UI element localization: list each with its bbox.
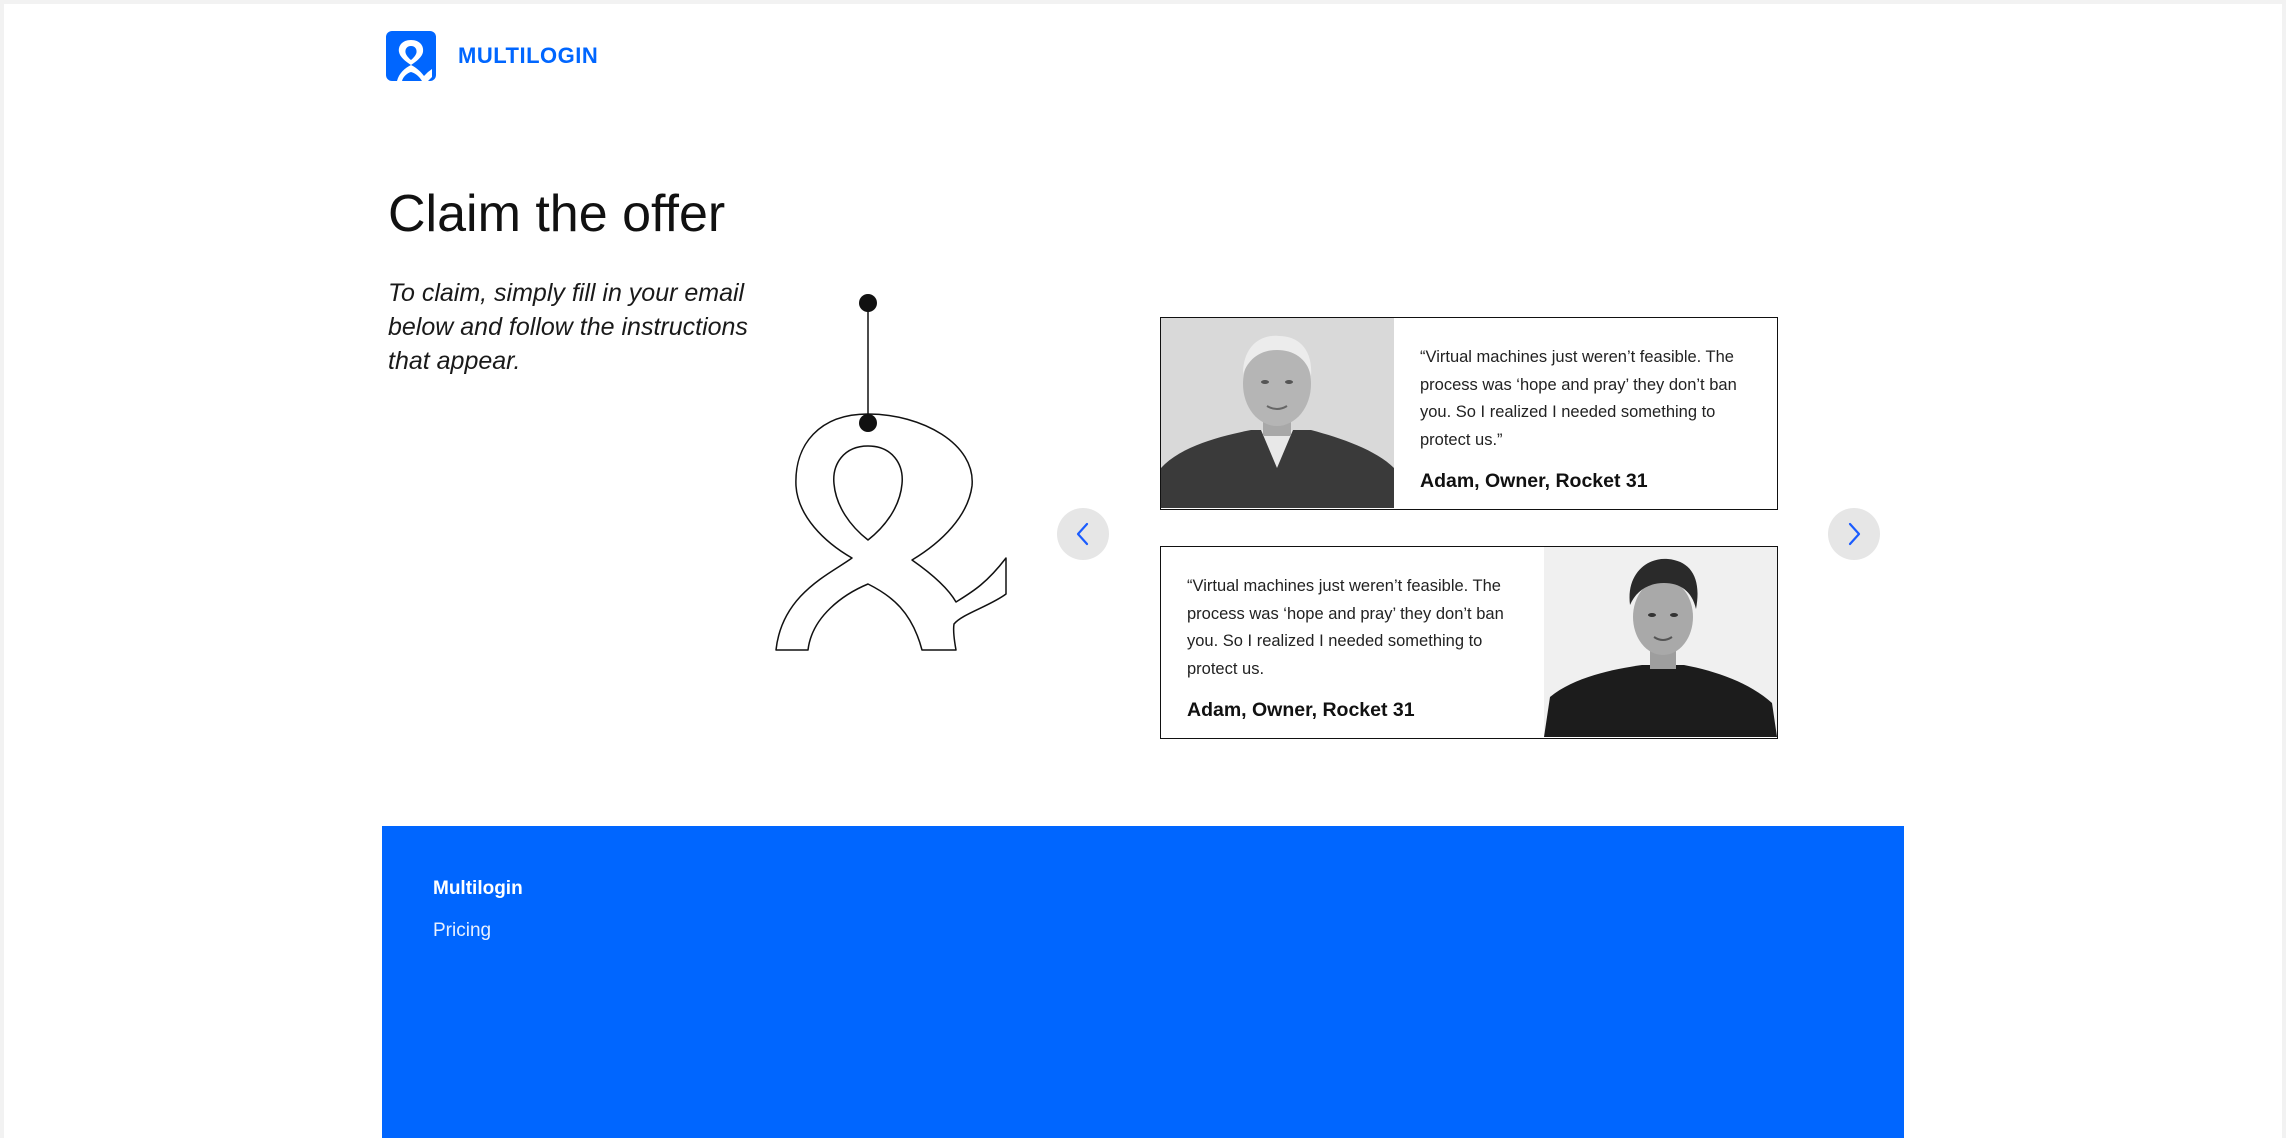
footer-link-pricing[interactable]: Pricing [433, 920, 491, 942]
testimonial-card: “Virtual machines just weren’t feasible.… [1160, 317, 1778, 510]
testimonial-quote: “Virtual machines just weren’t feasible.… [1187, 577, 1504, 678]
carousel-prev-button[interactable] [1057, 508, 1109, 560]
header-logo[interactable]: MULTILOGIN [386, 31, 598, 81]
logo-text: MULTILOGIN [458, 43, 599, 68]
testimonial-body: “Virtual machines just weren’t feasible.… [1161, 547, 1544, 738]
testimonial-author: Adam, Owner, Rocket 31 [1187, 699, 1415, 721]
logo-illustration [772, 294, 1012, 659]
testimonial-quote: “Virtual machines just weren’t feasible.… [1420, 348, 1737, 449]
page: MULTILOGIN Claim the offer To claim, sim… [4, 4, 2282, 1138]
testimonial-author: Adam, Owner, Rocket 31 [1420, 470, 1648, 492]
chevron-left-icon [1076, 522, 1089, 546]
page-subtitle: To claim, simply fill in your email belo… [388, 279, 748, 375]
testimonial-photo [1161, 318, 1394, 509]
footer: Multilogin Pricing [382, 826, 1904, 1138]
chevron-right-icon [1848, 522, 1861, 546]
testimonial-card: “Virtual machines just weren’t feasible.… [1160, 546, 1778, 739]
page-title: Claim the offer [388, 185, 726, 243]
testimonial-photo [1544, 547, 1777, 738]
carousel-next-button[interactable] [1828, 508, 1880, 560]
testimonial-body: “Virtual machines just weren’t feasible.… [1394, 318, 1777, 509]
multilogin-logo-icon [386, 31, 436, 81]
footer-brand: Multilogin [433, 878, 523, 899]
